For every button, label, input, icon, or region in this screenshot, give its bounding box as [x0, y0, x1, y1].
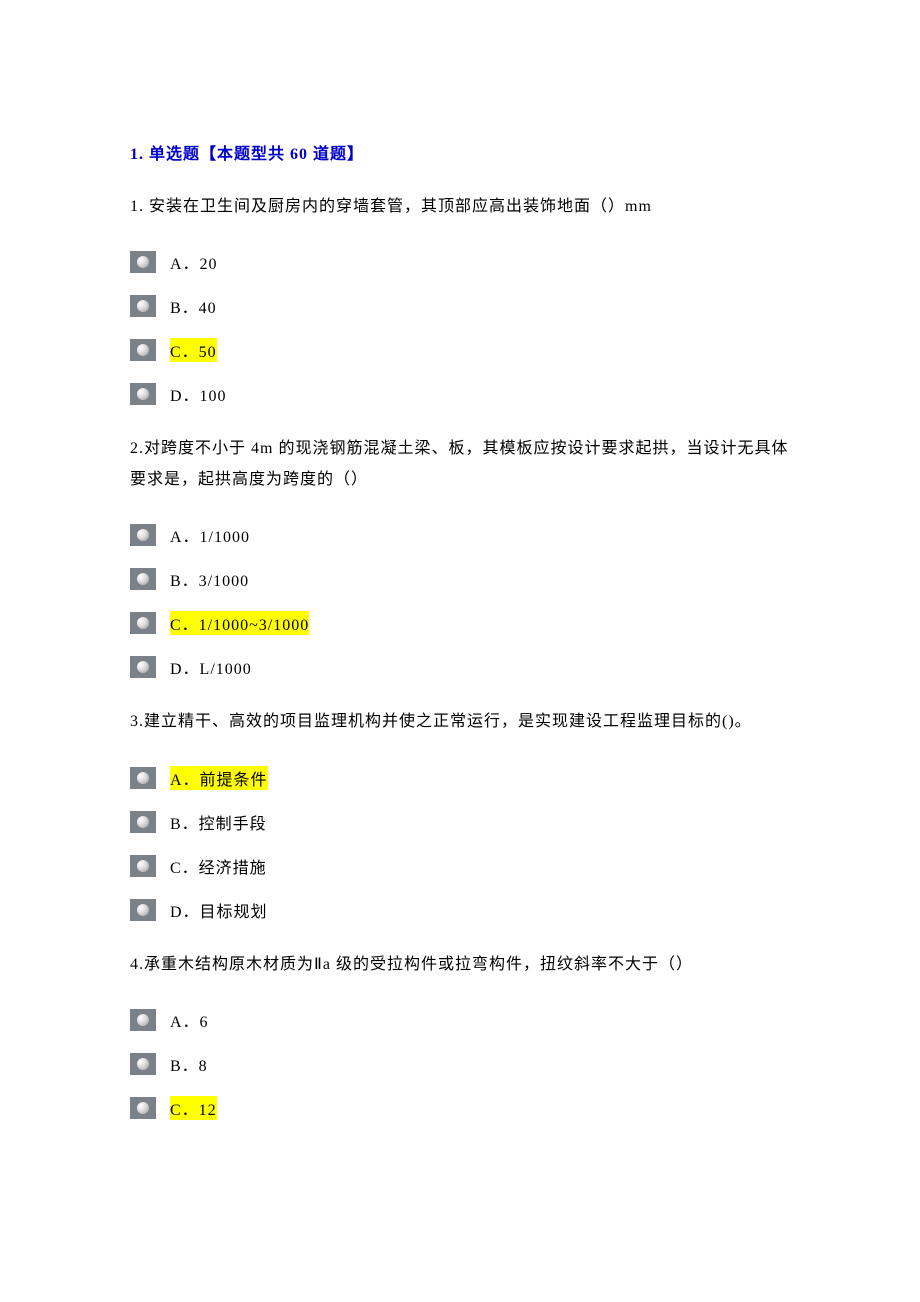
- question: 3.建立精干、高效的项目监理机构并使之正常运行，是实现建设工程监理目标的()。 A…: [130, 707, 790, 921]
- option[interactable]: B．3/1000: [130, 567, 790, 591]
- radio-inner-icon: [137, 617, 149, 629]
- option[interactable]: A．前提条件: [130, 766, 790, 790]
- option-label: C．经济措施: [170, 854, 267, 878]
- radio-icon[interactable]: [130, 524, 156, 546]
- option-label: A．1/1000: [170, 523, 250, 547]
- section-title: 1. 单选题【本题型共 60 道题】: [130, 140, 790, 164]
- option[interactable]: C．1/1000~3/1000: [130, 611, 790, 635]
- option-label: C．12: [170, 1096, 217, 1120]
- radio-icon[interactable]: [130, 811, 156, 833]
- option[interactable]: C．经济措施: [130, 854, 790, 878]
- option-label: B．40: [170, 294, 217, 318]
- option-label: B．8: [170, 1052, 208, 1076]
- radio-inner-icon: [137, 388, 149, 400]
- options-list: A．20 B．40 C．50 D．100: [130, 250, 790, 406]
- question: 2.对跨度不小于 4m 的现浇钢筋混凝土梁、板，其模板应按设计要求起拱，当设计无…: [130, 434, 790, 679]
- option-label: B．控制手段: [170, 810, 267, 834]
- option[interactable]: B．40: [130, 294, 790, 318]
- radio-icon[interactable]: [130, 1009, 156, 1031]
- option[interactable]: D．100: [130, 382, 790, 406]
- radio-inner-icon: [137, 300, 149, 312]
- radio-inner-icon: [137, 661, 149, 673]
- radio-inner-icon: [137, 256, 149, 268]
- radio-inner-icon: [137, 816, 149, 828]
- radio-icon[interactable]: [130, 251, 156, 273]
- radio-icon[interactable]: [130, 855, 156, 877]
- option[interactable]: D．L/1000: [130, 655, 790, 679]
- question-text: 4.承重木结构原木材质为Ⅱa 级的受拉构件或拉弯构件，扭纹斜率不大于（）: [130, 950, 790, 980]
- options-list: A．1/1000 B．3/1000 C．1/1000~3/1000 D．L/1000: [130, 523, 790, 679]
- options-list: A．6 B．8 C．12: [130, 1008, 790, 1120]
- radio-inner-icon: [137, 904, 149, 916]
- radio-inner-icon: [137, 1058, 149, 1070]
- question: 4.承重木结构原木材质为Ⅱa 级的受拉构件或拉弯构件，扭纹斜率不大于（） A．6 B…: [130, 950, 790, 1120]
- option-label: A．6: [170, 1008, 209, 1032]
- radio-inner-icon: [137, 1014, 149, 1026]
- question-text: 1. 安装在卫生间及厨房内的穿墙套管，其顶部应高出装饰地面（）mm: [130, 192, 790, 222]
- option-label: A．前提条件: [170, 766, 268, 790]
- radio-inner-icon: [137, 860, 149, 872]
- radio-icon[interactable]: [130, 767, 156, 789]
- radio-inner-icon: [137, 772, 149, 784]
- option[interactable]: B．控制手段: [130, 810, 790, 834]
- radio-icon[interactable]: [130, 568, 156, 590]
- option-label: C．50: [170, 338, 217, 362]
- radio-icon[interactable]: [130, 1053, 156, 1075]
- radio-icon[interactable]: [130, 1097, 156, 1119]
- radio-icon[interactable]: [130, 656, 156, 678]
- radio-icon[interactable]: [130, 295, 156, 317]
- option[interactable]: A．1/1000: [130, 523, 790, 547]
- option-label: D．目标规划: [170, 898, 268, 922]
- option[interactable]: A．6: [130, 1008, 790, 1032]
- radio-icon[interactable]: [130, 899, 156, 921]
- question-text: 3.建立精干、高效的项目监理机构并使之正常运行，是实现建设工程监理目标的()。: [130, 707, 790, 737]
- option[interactable]: B．8: [130, 1052, 790, 1076]
- option[interactable]: C．50: [130, 338, 790, 362]
- option-label: C．1/1000~3/1000: [170, 611, 309, 635]
- options-list: A．前提条件 B．控制手段 C．经济措施 D．目标规划: [130, 766, 790, 922]
- option-label: B．3/1000: [170, 567, 249, 591]
- radio-inner-icon: [137, 573, 149, 585]
- radio-icon[interactable]: [130, 612, 156, 634]
- question-text: 2.对跨度不小于 4m 的现浇钢筋混凝土梁、板，其模板应按设计要求起拱，当设计无…: [130, 434, 790, 495]
- option[interactable]: A．20: [130, 250, 790, 274]
- option-label: D．100: [170, 382, 227, 406]
- option-label: A．20: [170, 250, 218, 274]
- option[interactable]: D．目标规划: [130, 898, 790, 922]
- radio-inner-icon: [137, 344, 149, 356]
- question: 1. 安装在卫生间及厨房内的穿墙套管，其顶部应高出装饰地面（）mm A．20 B．4…: [130, 192, 790, 406]
- option-label: D．L/1000: [170, 655, 252, 679]
- option[interactable]: C．12: [130, 1096, 790, 1120]
- radio-icon[interactable]: [130, 383, 156, 405]
- radio-inner-icon: [137, 529, 149, 541]
- radio-inner-icon: [137, 1102, 149, 1114]
- radio-icon[interactable]: [130, 339, 156, 361]
